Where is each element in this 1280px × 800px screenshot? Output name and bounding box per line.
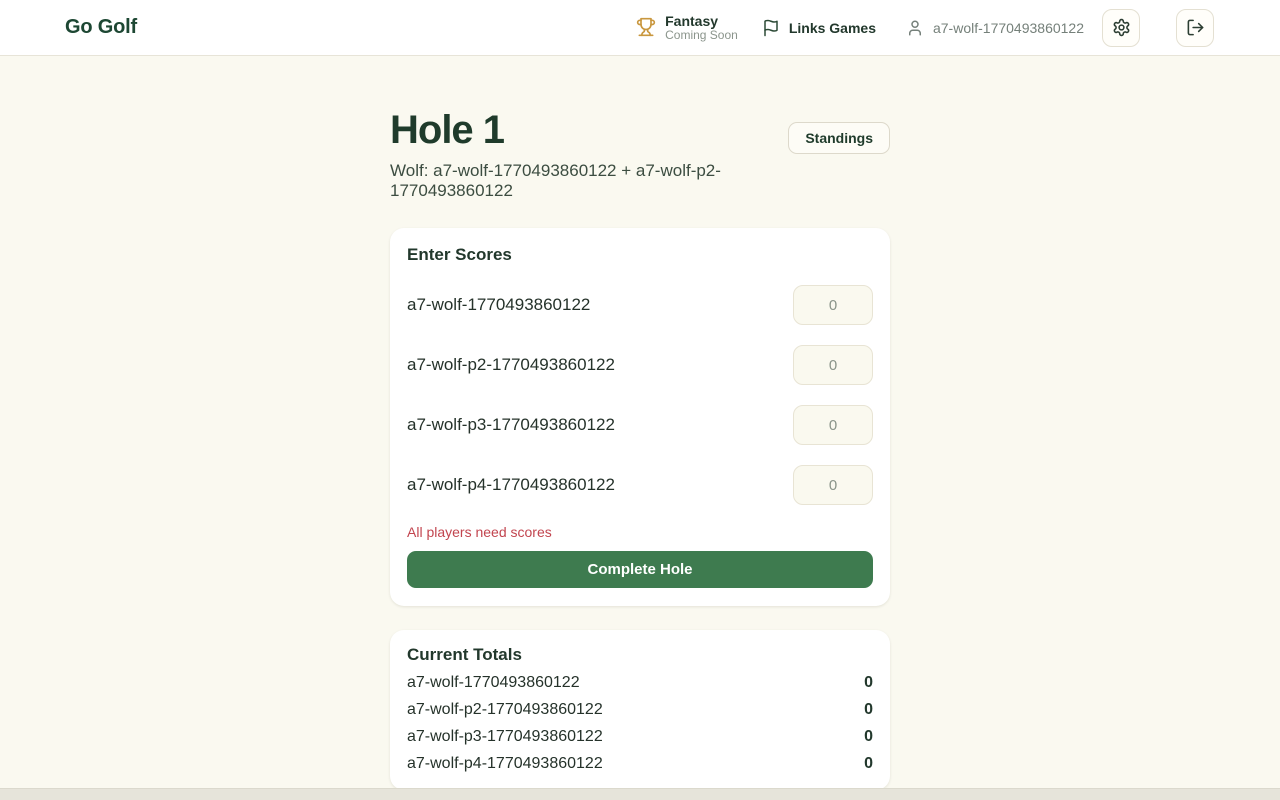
player-name: a7-wolf-p3-1770493860122 (407, 415, 615, 435)
total-player-name: a7-wolf-p2-1770493860122 (407, 701, 603, 719)
header-nav: Fantasy Coming Soon Links Games a7-wolf-… (636, 9, 1214, 47)
player-name: a7-wolf-1770493860122 (407, 295, 590, 315)
logout-button[interactable] (1176, 9, 1214, 47)
nav-item-fantasy[interactable]: Fantasy Coming Soon (636, 13, 738, 43)
app-header: Go Golf Fantasy Coming Soon (0, 0, 1280, 56)
total-player-name: a7-wolf-p3-1770493860122 (407, 728, 603, 746)
total-value: 0 (864, 728, 873, 746)
score-row: a7-wolf-p4-1770493860122 (407, 465, 873, 505)
total-value: 0 (864, 755, 873, 773)
logout-icon (1186, 18, 1205, 37)
fantasy-labels: Fantasy Coming Soon (665, 13, 738, 43)
score-row: a7-wolf-p3-1770493860122 (407, 405, 873, 445)
nav-item-links-games[interactable]: Links Games (762, 19, 876, 37)
complete-hole-button[interactable]: Complete Hole (407, 551, 873, 588)
total-player-name: a7-wolf-p4-1770493860122 (407, 755, 603, 773)
app-logo[interactable]: Go Golf (65, 16, 137, 39)
links-games-label: Links Games (789, 20, 876, 36)
wolf-subtitle: Wolf: a7-wolf-1770493860122 + a7-wolf-p2… (390, 161, 788, 201)
standings-button[interactable]: Standings (788, 122, 890, 154)
page-head: Hole 1 Wolf: a7-wolf-1770493860122 + a7-… (390, 108, 890, 201)
user-info: a7-wolf-1770493860122 (906, 19, 1084, 37)
total-player-name: a7-wolf-1770493860122 (407, 674, 580, 692)
current-totals-title: Current Totals (407, 645, 873, 665)
enter-scores-title: Enter Scores (407, 245, 873, 265)
score-row: a7-wolf-p2-1770493860122 (407, 345, 873, 385)
total-row: a7-wolf-p3-1770493860122 0 (407, 728, 873, 746)
score-input-player2[interactable] (793, 345, 873, 385)
score-row: a7-wolf-1770493860122 (407, 285, 873, 325)
user-icon (906, 19, 924, 37)
current-totals-card: Current Totals a7-wolf-1770493860122 0 a… (390, 630, 890, 790)
validation-error: All players need scores (407, 524, 873, 540)
total-row: a7-wolf-1770493860122 0 (407, 674, 873, 692)
score-input-player3[interactable] (793, 405, 873, 445)
flag-icon (762, 19, 780, 37)
player-name: a7-wolf-p2-1770493860122 (407, 355, 615, 375)
page-title: Hole 1 (390, 108, 788, 152)
enter-scores-card: Enter Scores a7-wolf-1770493860122 a7-wo… (390, 228, 890, 606)
footer-strip (0, 788, 1280, 800)
total-row: a7-wolf-p2-1770493860122 0 (407, 701, 873, 719)
gear-icon (1112, 18, 1131, 37)
total-value: 0 (864, 674, 873, 692)
score-input-player4[interactable] (793, 465, 873, 505)
user-name: a7-wolf-1770493860122 (933, 20, 1084, 36)
player-name: a7-wolf-p4-1770493860122 (407, 475, 615, 495)
settings-button[interactable] (1102, 9, 1140, 47)
trophy-icon (636, 17, 656, 37)
fantasy-sublabel: Coming Soon (665, 29, 738, 43)
total-value: 0 (864, 701, 873, 719)
fantasy-label: Fantasy (665, 13, 738, 29)
main-content: Hole 1 Wolf: a7-wolf-1770493860122 + a7-… (0, 56, 1280, 790)
total-row: a7-wolf-p4-1770493860122 0 (407, 755, 873, 773)
score-input-player1[interactable] (793, 285, 873, 325)
